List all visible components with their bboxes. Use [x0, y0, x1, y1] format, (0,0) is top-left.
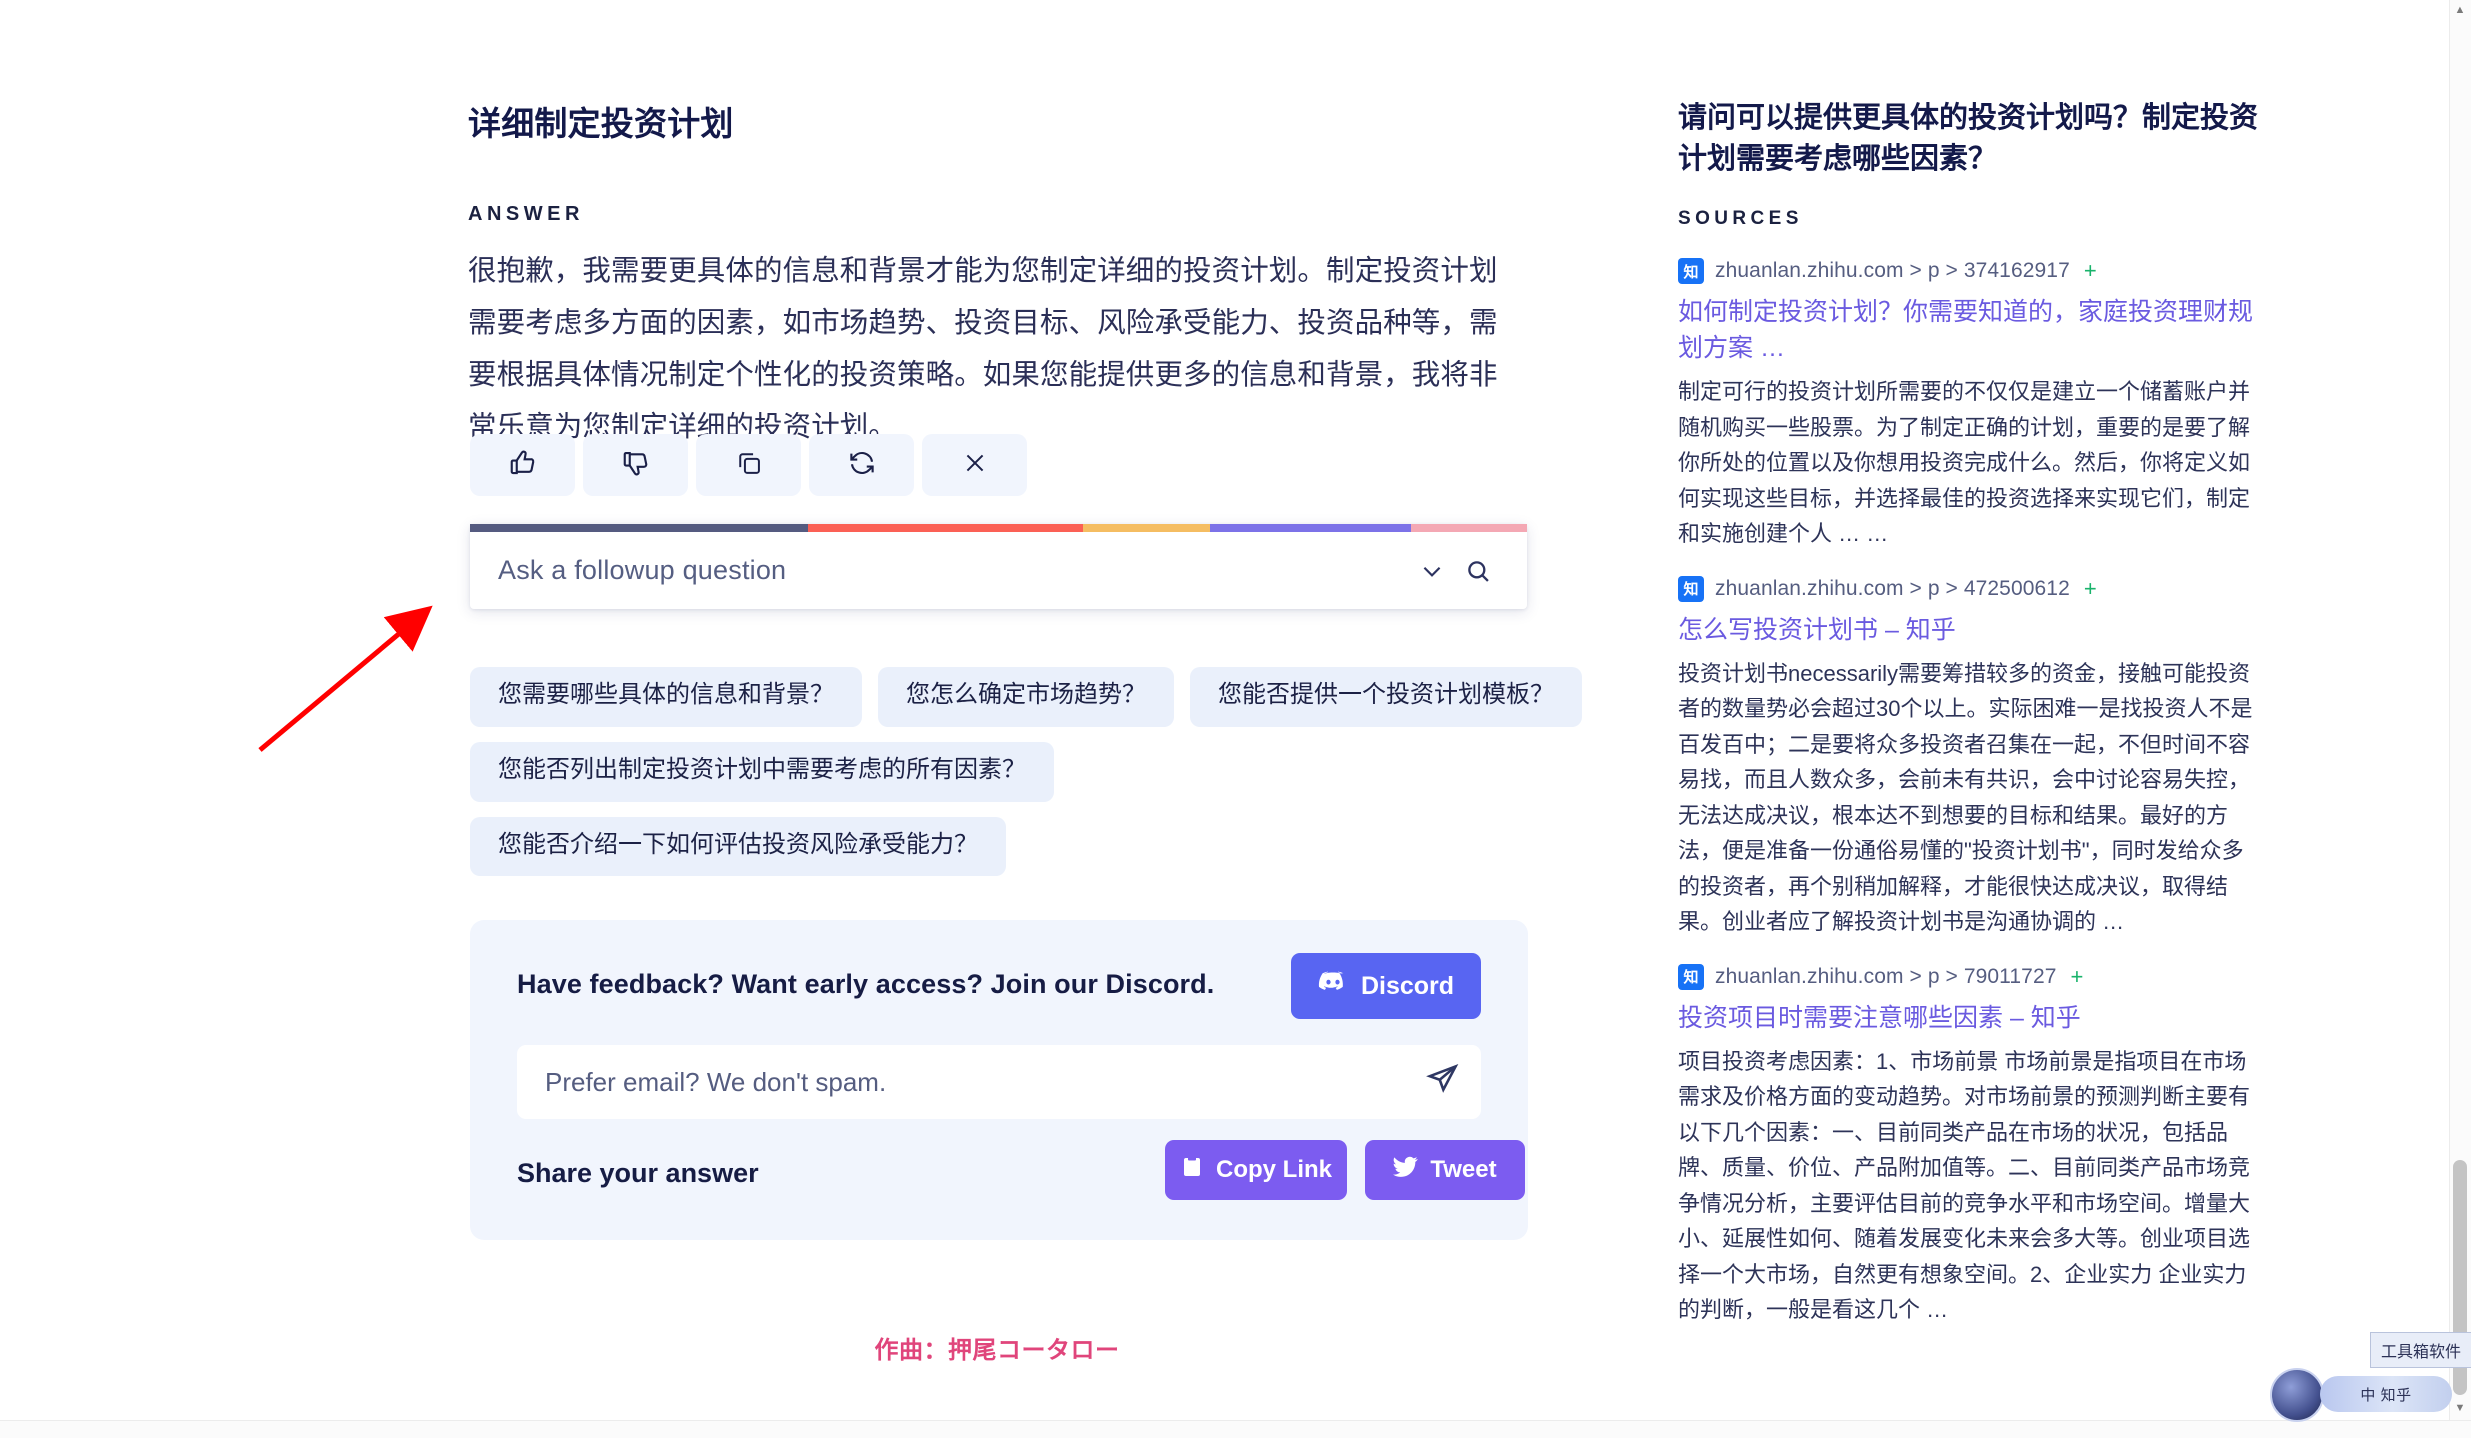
expand-plus-icon[interactable]: + — [2084, 576, 2097, 602]
scroll-down-arrow[interactable]: ▼ — [2452, 1400, 2468, 1416]
suggested-questions: 您需要哪些具体的信息和背景？您怎么确定市场趋势？您能否提供一个投资计划模板？您能… — [470, 667, 1530, 891]
source-item[interactable]: 知 zhuanlan.zhihu.com > p > 472500612 + 怎么写投… — [1678, 576, 2258, 940]
annotation-arrow — [250, 600, 440, 760]
answer-section-label: ANSWER — [468, 203, 584, 226]
suggestion-chip[interactable]: 您能否列出制定投资计划中需要考虑的所有因素？ — [470, 742, 1054, 802]
source-url: zhuanlan.zhihu.com > p > 79011727 — [1715, 965, 2057, 989]
source-meta: 知 zhuanlan.zhihu.com > p > 472500612 + — [1678, 576, 2258, 602]
suggestion-chip[interactable]: 您怎么确定市场趋势？ — [878, 667, 1174, 727]
favicon-icon: 知 — [1678, 258, 1704, 284]
feedback-card: Have feedback? Want early access? Join o… — [470, 920, 1528, 1240]
expand-plus-icon[interactable]: + — [2084, 258, 2097, 284]
answer-actions — [470, 434, 1027, 496]
share-label: Share your answer — [517, 1158, 759, 1189]
sources-column: 请问可以提供更具体的投资计划吗？制定投资计划需要考虑哪些因素？ SOURCES … — [1678, 0, 2268, 1438]
twitter-icon — [1393, 1156, 1418, 1185]
gradient-accent-bar — [470, 524, 1527, 532]
regenerate-button[interactable] — [809, 434, 914, 496]
favicon-icon: 知 — [1678, 576, 1704, 602]
widget-tooltip: 工具箱软件 — [2370, 1332, 2471, 1368]
favicon-icon: 知 — [1678, 964, 1704, 990]
copy-button[interactable] — [696, 434, 801, 496]
sources-section-label: SOURCES — [1678, 208, 1803, 230]
gradient-segment-3 — [1210, 524, 1411, 532]
source-title-link[interactable]: 怎么写投资计划书 – 知乎 — [1678, 612, 2258, 648]
gradient-segment-2 — [1083, 524, 1210, 532]
expand-plus-icon[interactable]: + — [2071, 964, 2084, 990]
tweet-button[interactable]: Tweet — [1365, 1140, 1525, 1200]
source-url: zhuanlan.zhihu.com > p > 472500612 — [1715, 577, 2070, 601]
source-snippet: 制定可行的投资计划所需要的不仅仅是建立一个储蓄账户并随机购买一些股票。为了制定正… — [1678, 374, 2258, 552]
tweet-label: Tweet — [1430, 1156, 1496, 1184]
followup-search-input[interactable]: Ask a followup question — [498, 555, 1409, 586]
sources-question: 请问可以提供更具体的投资计划吗？制定投资计划需要考虑哪些因素？ — [1678, 98, 2258, 180]
source-meta: 知 zhuanlan.zhihu.com > p > 79011727 + — [1678, 964, 2258, 990]
source-url: zhuanlan.zhihu.com > p > 374162917 — [1715, 259, 2070, 283]
horizontal-scrollbar[interactable] — [0, 1420, 2471, 1438]
source-snippet: 投资计划书necessarily需要筹措较多的资金，接触可能投资者的数量势必会超… — [1678, 656, 2258, 940]
close-button[interactable] — [922, 434, 1027, 496]
search-icon[interactable] — [1455, 557, 1501, 585]
gradient-segment-0 — [470, 524, 808, 532]
thumbs-down-button[interactable] — [583, 434, 688, 496]
copy-link-button[interactable]: Copy Link — [1165, 1140, 1347, 1200]
copy-link-label: Copy Link — [1216, 1156, 1332, 1184]
thumbs-down-icon — [621, 448, 651, 483]
suggestion-row: 您能否列出制定投资计划中需要考虑的所有因素？ — [470, 742, 1530, 802]
suggestion-row: 您需要哪些具体的信息和背景？您怎么确定市场趋势？您能否提供一个投资计划模板？ — [470, 667, 1530, 727]
suggestion-chip[interactable]: 您能否介绍一下如何评估投资风险承受能力？ — [470, 817, 1006, 877]
suggestion-row: 您能否介绍一下如何评估投资风险承受能力？ — [470, 817, 1530, 877]
thumbs-up-button[interactable] — [470, 434, 575, 496]
refresh-icon — [847, 448, 877, 483]
source-item[interactable]: 知 zhuanlan.zhihu.com > p > 79011727 + 投资项目时… — [1678, 964, 2258, 1328]
source-title-link[interactable]: 如何制定投资计划？你需要知道的，家庭投资理财规划方案 … — [1678, 294, 2258, 366]
sources-list: 知 zhuanlan.zhihu.com > p > 374162917 + 如何制定… — [1678, 258, 2258, 1352]
email-input[interactable]: Prefer email? We don't spam. — [545, 1067, 1426, 1098]
discord-button[interactable]: Discord — [1291, 953, 1481, 1019]
gradient-segment-1 — [808, 524, 1083, 532]
clipboard-icon — [1180, 1155, 1204, 1186]
thumbs-up-icon — [508, 448, 538, 483]
gradient-segment-4 — [1411, 524, 1527, 532]
credit-text: 作曲：押尾コータロー — [468, 1330, 1526, 1365]
followup-search-box[interactable]: Ask a followup question — [470, 524, 1527, 609]
chevron-down-icon[interactable] — [1409, 558, 1455, 584]
copy-icon — [735, 449, 763, 482]
avatar[interactable] — [2270, 1368, 2324, 1422]
answer-column: 详细制定投资计划 ANSWER 很抱歉，我需要更具体的信息和背景才能为您制定详细… — [468, 0, 1528, 1438]
source-meta: 知 zhuanlan.zhihu.com > p > 374162917 + — [1678, 258, 2258, 284]
followup-search-row[interactable]: Ask a followup question — [470, 532, 1527, 609]
discord-icon — [1318, 971, 1348, 1001]
source-title-link[interactable]: 投资项目时需要注意哪些因素 – 知乎 — [1678, 1000, 2258, 1036]
answer-text: 很抱歉，我需要更具体的信息和背景才能为您制定详细的投资计划。制定投资计划需要考虑… — [468, 245, 1526, 453]
source-item[interactable]: 知 zhuanlan.zhihu.com > p > 374162917 + 如何制定… — [1678, 258, 2258, 552]
feedback-headline: Have feedback? Want early access? Join o… — [517, 969, 1214, 1000]
close-icon — [961, 449, 989, 482]
email-signup-row[interactable]: Prefer email? We don't spam. — [517, 1045, 1481, 1119]
suggestion-chip[interactable]: 您能否提供一个投资计划模板？ — [1190, 667, 1582, 727]
page-title: 详细制定投资计划 — [468, 97, 734, 145]
suggestion-chip[interactable]: 您需要哪些具体的信息和背景？ — [470, 667, 862, 727]
send-icon[interactable] — [1426, 1063, 1459, 1101]
source-snippet: 项目投资考虑因素：1、市场前景 市场前景是指项目在市场需求及价格方面的变动趋势。… — [1678, 1044, 2258, 1328]
page-root: 详细制定投资计划 ANSWER 很抱歉，我需要更具体的信息和背景才能为您制定详细… — [0, 0, 2471, 1438]
discord-button-label: Discord — [1361, 972, 1454, 1001]
widget-toolbar[interactable]: 中 知乎 — [2320, 1376, 2452, 1412]
scroll-up-arrow[interactable]: ▲ — [2452, 2, 2468, 18]
floating-assistant-widget[interactable]: 工具箱软件 中 知乎 — [2270, 1368, 2450, 1426]
